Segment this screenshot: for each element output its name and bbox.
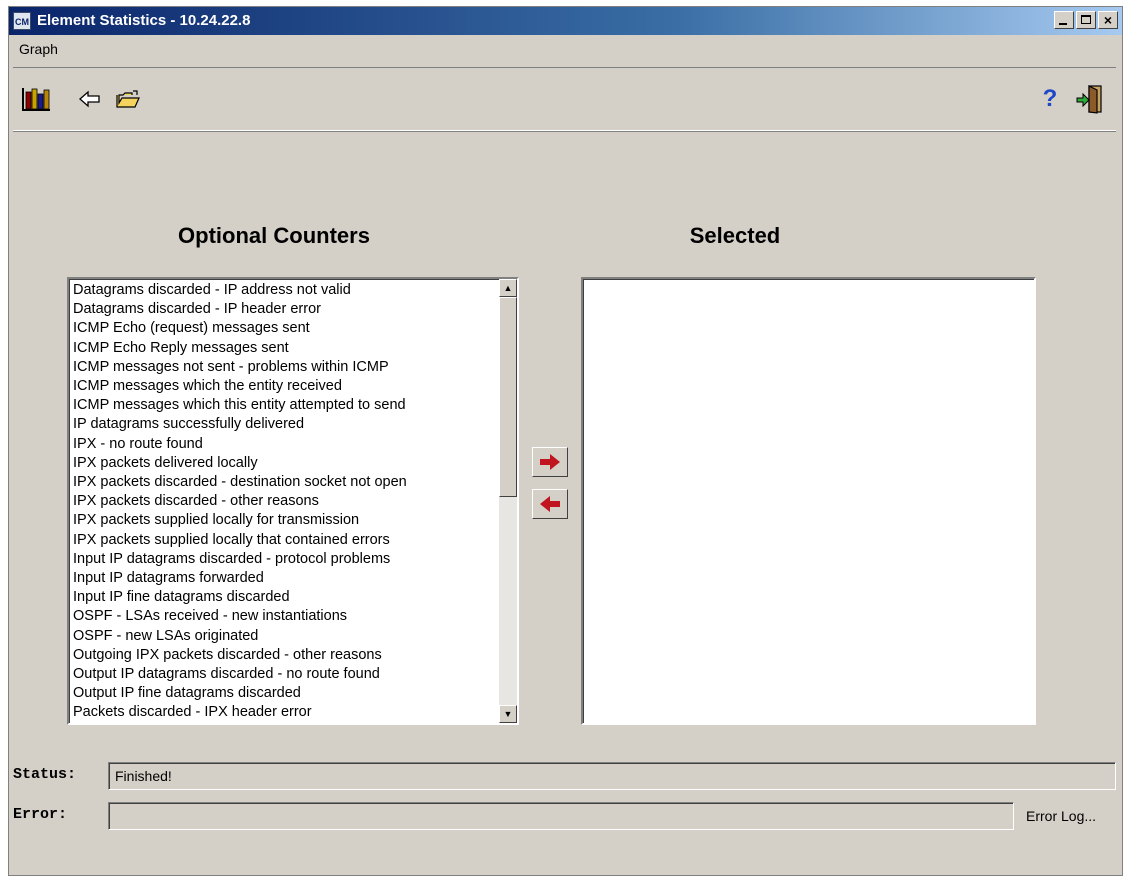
add-counter-button[interactable] [532,447,568,477]
close-button[interactable]: × [1098,11,1118,29]
scroll-thumb[interactable] [499,297,517,497]
counter-list-item[interactable]: IPX - no route found [73,435,497,454]
remove-counter-button[interactable] [532,489,568,519]
status-field: Finished! [108,762,1116,790]
scroll-down-button[interactable]: ▼ [499,705,517,723]
status-label: Status: [13,766,77,783]
minimize-button[interactable] [1054,11,1074,29]
back-button[interactable] [75,84,105,114]
help-icon: ? [1042,85,1058,112]
counter-list-item[interactable]: Outgoing IPX packets discarded - other r… [73,646,497,665]
counter-list-item[interactable]: Input IP datagrams forwarded [73,569,497,588]
back-arrow-icon [79,90,100,108]
selected-heading: Selected [689,223,781,248]
counter-list-item[interactable]: Input IP datagrams discarded - protocol … [73,550,497,569]
app-icon[interactable]: CM [13,12,31,30]
error-log-link[interactable]: Error Log... [1026,806,1096,826]
close-icon: × [1103,12,1113,28]
window-title: Element Statistics - 10.24.22.8 [37,12,251,29]
help-button[interactable]: ? [1035,84,1065,114]
exit-button[interactable] [1075,84,1105,114]
counter-list-item[interactable]: ICMP Echo (request) messages sent [73,319,497,338]
counter-list-item[interactable]: IPX packets supplied locally that contai… [73,531,497,550]
toolbar: ? [13,67,1116,131]
counter-list-item[interactable]: IP datagrams successfully delivered [73,415,497,434]
optional-counters-scrollbar[interactable]: ▲ ▼ [499,279,517,723]
counter-list-item[interactable]: Output IP datagrams discarded - no route… [73,665,497,684]
maximize-button[interactable] [1076,11,1096,29]
exit-icon [1076,85,1102,114]
optional-counters-list[interactable]: Datagrams discarded - IP address not val… [67,277,519,725]
selected-counters-list[interactable] [581,277,1036,725]
scroll-up-button[interactable]: ▲ [499,279,517,297]
counter-list-item[interactable]: IPX packets discarded - destination sock… [73,473,497,492]
app-window: CM Element Statistics - 10.24.22.8 × Gra… [8,6,1123,876]
window-controls: × [1054,11,1118,29]
counter-list-item[interactable]: IPX packets discarded - other reasons [73,492,497,511]
counter-list-item[interactable]: IPX packets supplied locally for transmi… [73,511,497,530]
minimize-icon [1059,23,1067,25]
menu-bar: Graph [9,39,1122,61]
counter-list-item[interactable]: Input IP fine datagrams discarded [73,588,497,607]
error-field [108,802,1014,830]
graph-button[interactable] [21,84,51,114]
counter-list-item[interactable]: ICMP messages not sent - problems within… [73,358,497,377]
counter-list-item[interactable]: Packets discarded - IPX header error [73,703,497,722]
right-arrow-icon [540,454,560,470]
left-arrow-icon [540,496,560,512]
title-bar[interactable]: CM Element Statistics - 10.24.22.8 × [9,7,1122,35]
counter-list-item[interactable]: ICMP messages which this entity attempte… [73,396,497,415]
counter-list-item[interactable]: ICMP messages which the entity received [73,377,497,396]
open-folder-icon [116,90,140,108]
counter-list-item[interactable]: Datagrams discarded - IP header error [73,300,497,319]
counter-list-item[interactable]: Datagrams discarded - IP address not val… [73,281,497,300]
optional-counters-items: Datagrams discarded - IP address not val… [73,281,497,723]
open-button[interactable] [113,84,143,114]
optional-counters-heading: Optional Counters [178,223,370,248]
counter-list-item[interactable]: OSPF - new LSAs originated [73,627,497,646]
menu-graph[interactable]: Graph [19,41,58,57]
counter-list-item[interactable]: IPX packets delivered locally [73,454,497,473]
bar-chart-icon [22,88,50,111]
error-label: Error: [13,806,68,823]
counter-list-item[interactable]: Output IP fine datagrams discarded [73,684,497,703]
counter-list-item[interactable]: OSPF - LSAs received - new instantiation… [73,607,497,626]
counter-list-item[interactable]: ICMP Echo Reply messages sent [73,339,497,358]
maximize-icon [1081,15,1091,24]
